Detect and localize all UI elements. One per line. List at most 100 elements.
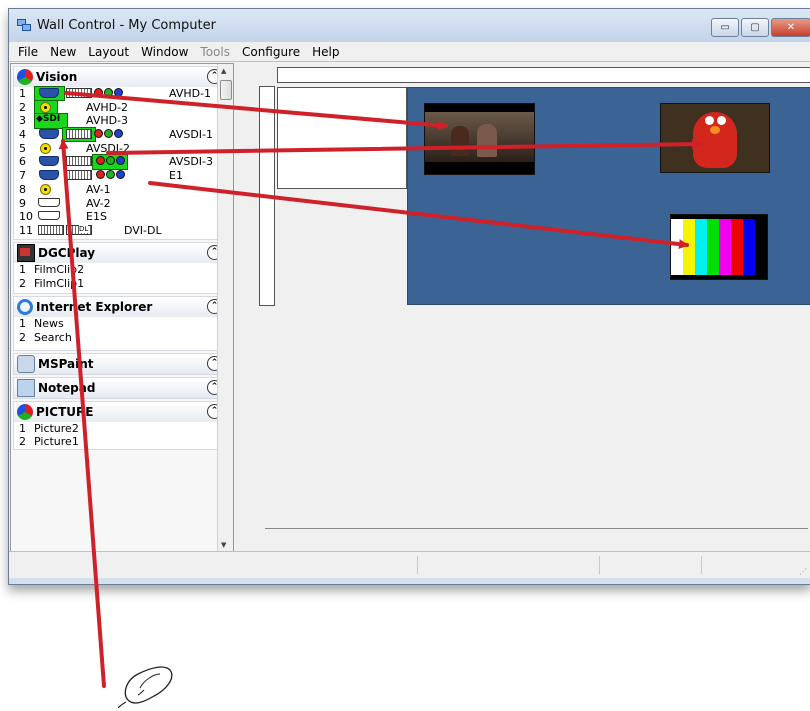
vertical-scrollbar[interactable]: ▲ ▼ xyxy=(217,64,233,552)
source-row[interactable]: 3 ◆SDI AVHD-3 xyxy=(14,113,230,130)
source-row[interactable]: 8 AV-1 xyxy=(14,183,230,197)
composite-connector-icon xyxy=(40,183,51,195)
status-divider xyxy=(701,556,702,574)
source-row[interactable]: 1 FilmClip2 xyxy=(14,263,230,277)
source-row[interactable]: 2 Picture1 xyxy=(14,435,230,449)
source-row[interactable]: 4 AVSDI-1 xyxy=(14,127,230,143)
row-index: 2 xyxy=(19,100,26,114)
menu-help[interactable]: Help xyxy=(306,45,345,59)
group-dgcplay: DGCPlay ⌃ 1 FilmClip2 2 FilmClip1 xyxy=(13,242,231,295)
row-label: AVSDI-2 xyxy=(86,141,131,155)
row-index: 6 xyxy=(19,155,26,169)
scroll-down-icon[interactable]: ▼ xyxy=(221,541,226,549)
source-row[interactable]: 1 News xyxy=(14,317,230,331)
minimize-button[interactable]: ▭ xyxy=(711,18,739,37)
sdi-connector-icon: ◆SDI xyxy=(36,114,61,125)
display-screen-small[interactable] xyxy=(277,87,407,189)
source-row[interactable]: 2 Search xyxy=(14,331,230,345)
row-label: AVHD-1 xyxy=(169,87,212,100)
rgb-connector-icon xyxy=(94,129,123,140)
layout-bottom-strip[interactable] xyxy=(265,528,808,551)
menu-file[interactable]: File xyxy=(12,45,44,59)
group-mspaint-header[interactable]: MSPaint ⌃ xyxy=(14,353,230,374)
wall-control-app-icon xyxy=(17,19,31,31)
color-bars xyxy=(671,219,767,275)
layout-side-strip[interactable] xyxy=(259,86,275,306)
row-label: AVSDI-3 xyxy=(169,155,214,169)
group-vision-header[interactable]: Vision ⌃ xyxy=(14,67,230,87)
rgb-circle-icon xyxy=(17,403,33,420)
menu-window[interactable]: Window xyxy=(135,45,194,59)
video-window-movie[interactable] xyxy=(424,103,535,175)
row-label: AVHD-3 xyxy=(86,114,129,128)
row-index: 9 xyxy=(19,196,26,210)
source-row[interactable]: 6 AVSDI-3 xyxy=(14,154,230,171)
source-row[interactable]: 5 AVSDI-2 xyxy=(14,142,230,156)
source-row[interactable]: 2 AVHD-2 xyxy=(14,99,230,116)
source-row[interactable]: 10 E1S xyxy=(14,210,230,224)
rgb-circle-icon xyxy=(17,69,33,85)
layout-header-strip[interactable] xyxy=(277,67,810,83)
group-mspaint: MSPaint ⌃ xyxy=(13,352,231,375)
group-picture: PICTURE ⌃ 1 Picture2 2 Picture1 xyxy=(13,400,231,451)
menu-configure[interactable]: Configure xyxy=(236,45,306,59)
vga-connector-icon xyxy=(39,170,59,181)
row-index: 11 xyxy=(19,223,33,237)
group-dgcplay-header[interactable]: DGCPlay ⌃ xyxy=(14,243,230,263)
source-row[interactable]: 1 AVHD-1 xyxy=(14,86,230,101)
wall-layout-pane xyxy=(257,63,810,551)
elmo-nose xyxy=(710,126,720,134)
row-index: 5 xyxy=(19,141,26,155)
row-index: 1 xyxy=(19,263,26,276)
mouse-icon xyxy=(118,666,173,708)
video-window-color-bars[interactable] xyxy=(670,214,768,280)
hdmi-connector-icon xyxy=(38,211,60,221)
movie-figure xyxy=(477,124,497,157)
scrollbar-thumb[interactable] xyxy=(220,80,232,100)
title-bar[interactable]: Wall Control - My Computer ▭ ▢ ✕ xyxy=(9,9,810,42)
video-window-elmo[interactable] xyxy=(660,103,770,173)
movie-figure xyxy=(451,126,469,156)
dvi-connector-icon xyxy=(66,129,92,140)
row-index: 2 xyxy=(19,331,26,345)
source-row[interactable]: 11 DL DVI-DL xyxy=(14,224,230,238)
row-label: AVHD-2 xyxy=(86,100,129,114)
group-ie-title: Internet Explorer xyxy=(36,300,153,315)
maximize-button[interactable]: ▢ xyxy=(741,18,769,37)
menu-layout[interactable]: Layout xyxy=(82,45,135,59)
group-vision: Vision ⌃ 1 AVHD-1 2 AVHD-2 3 ◆SDI AVHD-3… xyxy=(13,66,231,240)
source-row[interactable]: 1 Picture2 xyxy=(14,422,230,436)
row-index: 4 xyxy=(19,128,26,142)
dvi-connector-icon xyxy=(38,224,64,235)
window-title: Wall Control - My Computer xyxy=(37,18,216,33)
group-notepad-header[interactable]: Notepad ⌃ xyxy=(14,377,230,398)
dvi-connector-icon xyxy=(66,170,92,181)
menu-new[interactable]: New xyxy=(44,45,82,59)
row-label: FilmClip2 xyxy=(34,263,85,276)
group-mspaint-title: MSPaint xyxy=(38,356,94,371)
group-ie-header[interactable]: Internet Explorer ⌃ xyxy=(14,297,230,318)
row-label: Picture1 xyxy=(34,435,79,449)
row-index: 10 xyxy=(19,210,33,224)
scroll-up-icon[interactable]: ▲ xyxy=(221,67,226,75)
source-row[interactable]: 2 FilmClip1 xyxy=(14,277,230,291)
row-index: 1 xyxy=(19,87,26,100)
source-row[interactable]: 9 AV-2 xyxy=(14,197,230,211)
internet-explorer-icon xyxy=(17,299,33,316)
rgb-connector-icon xyxy=(94,88,123,99)
close-button[interactable]: ✕ xyxy=(771,18,810,37)
composite-connector-icon xyxy=(40,101,51,113)
resize-grip-icon[interactable]: ⋰ xyxy=(799,567,807,576)
menu-tools[interactable]: Tools xyxy=(194,45,236,59)
dvi-connector-icon xyxy=(66,88,92,98)
status-bar: ⋰ xyxy=(9,551,810,578)
row-label: News xyxy=(34,317,64,331)
source-row[interactable]: 7 E1 xyxy=(14,169,230,183)
row-label: E1S xyxy=(86,210,107,224)
sdi-tag: SDI xyxy=(42,114,61,125)
video-wall-canvas[interactable] xyxy=(407,87,810,305)
row-label: AVSDI-1 xyxy=(169,128,214,142)
dl-tag: DL xyxy=(79,224,89,233)
group-vision-title: Vision xyxy=(36,70,78,84)
group-picture-header[interactable]: PICTURE ⌃ xyxy=(14,401,230,422)
